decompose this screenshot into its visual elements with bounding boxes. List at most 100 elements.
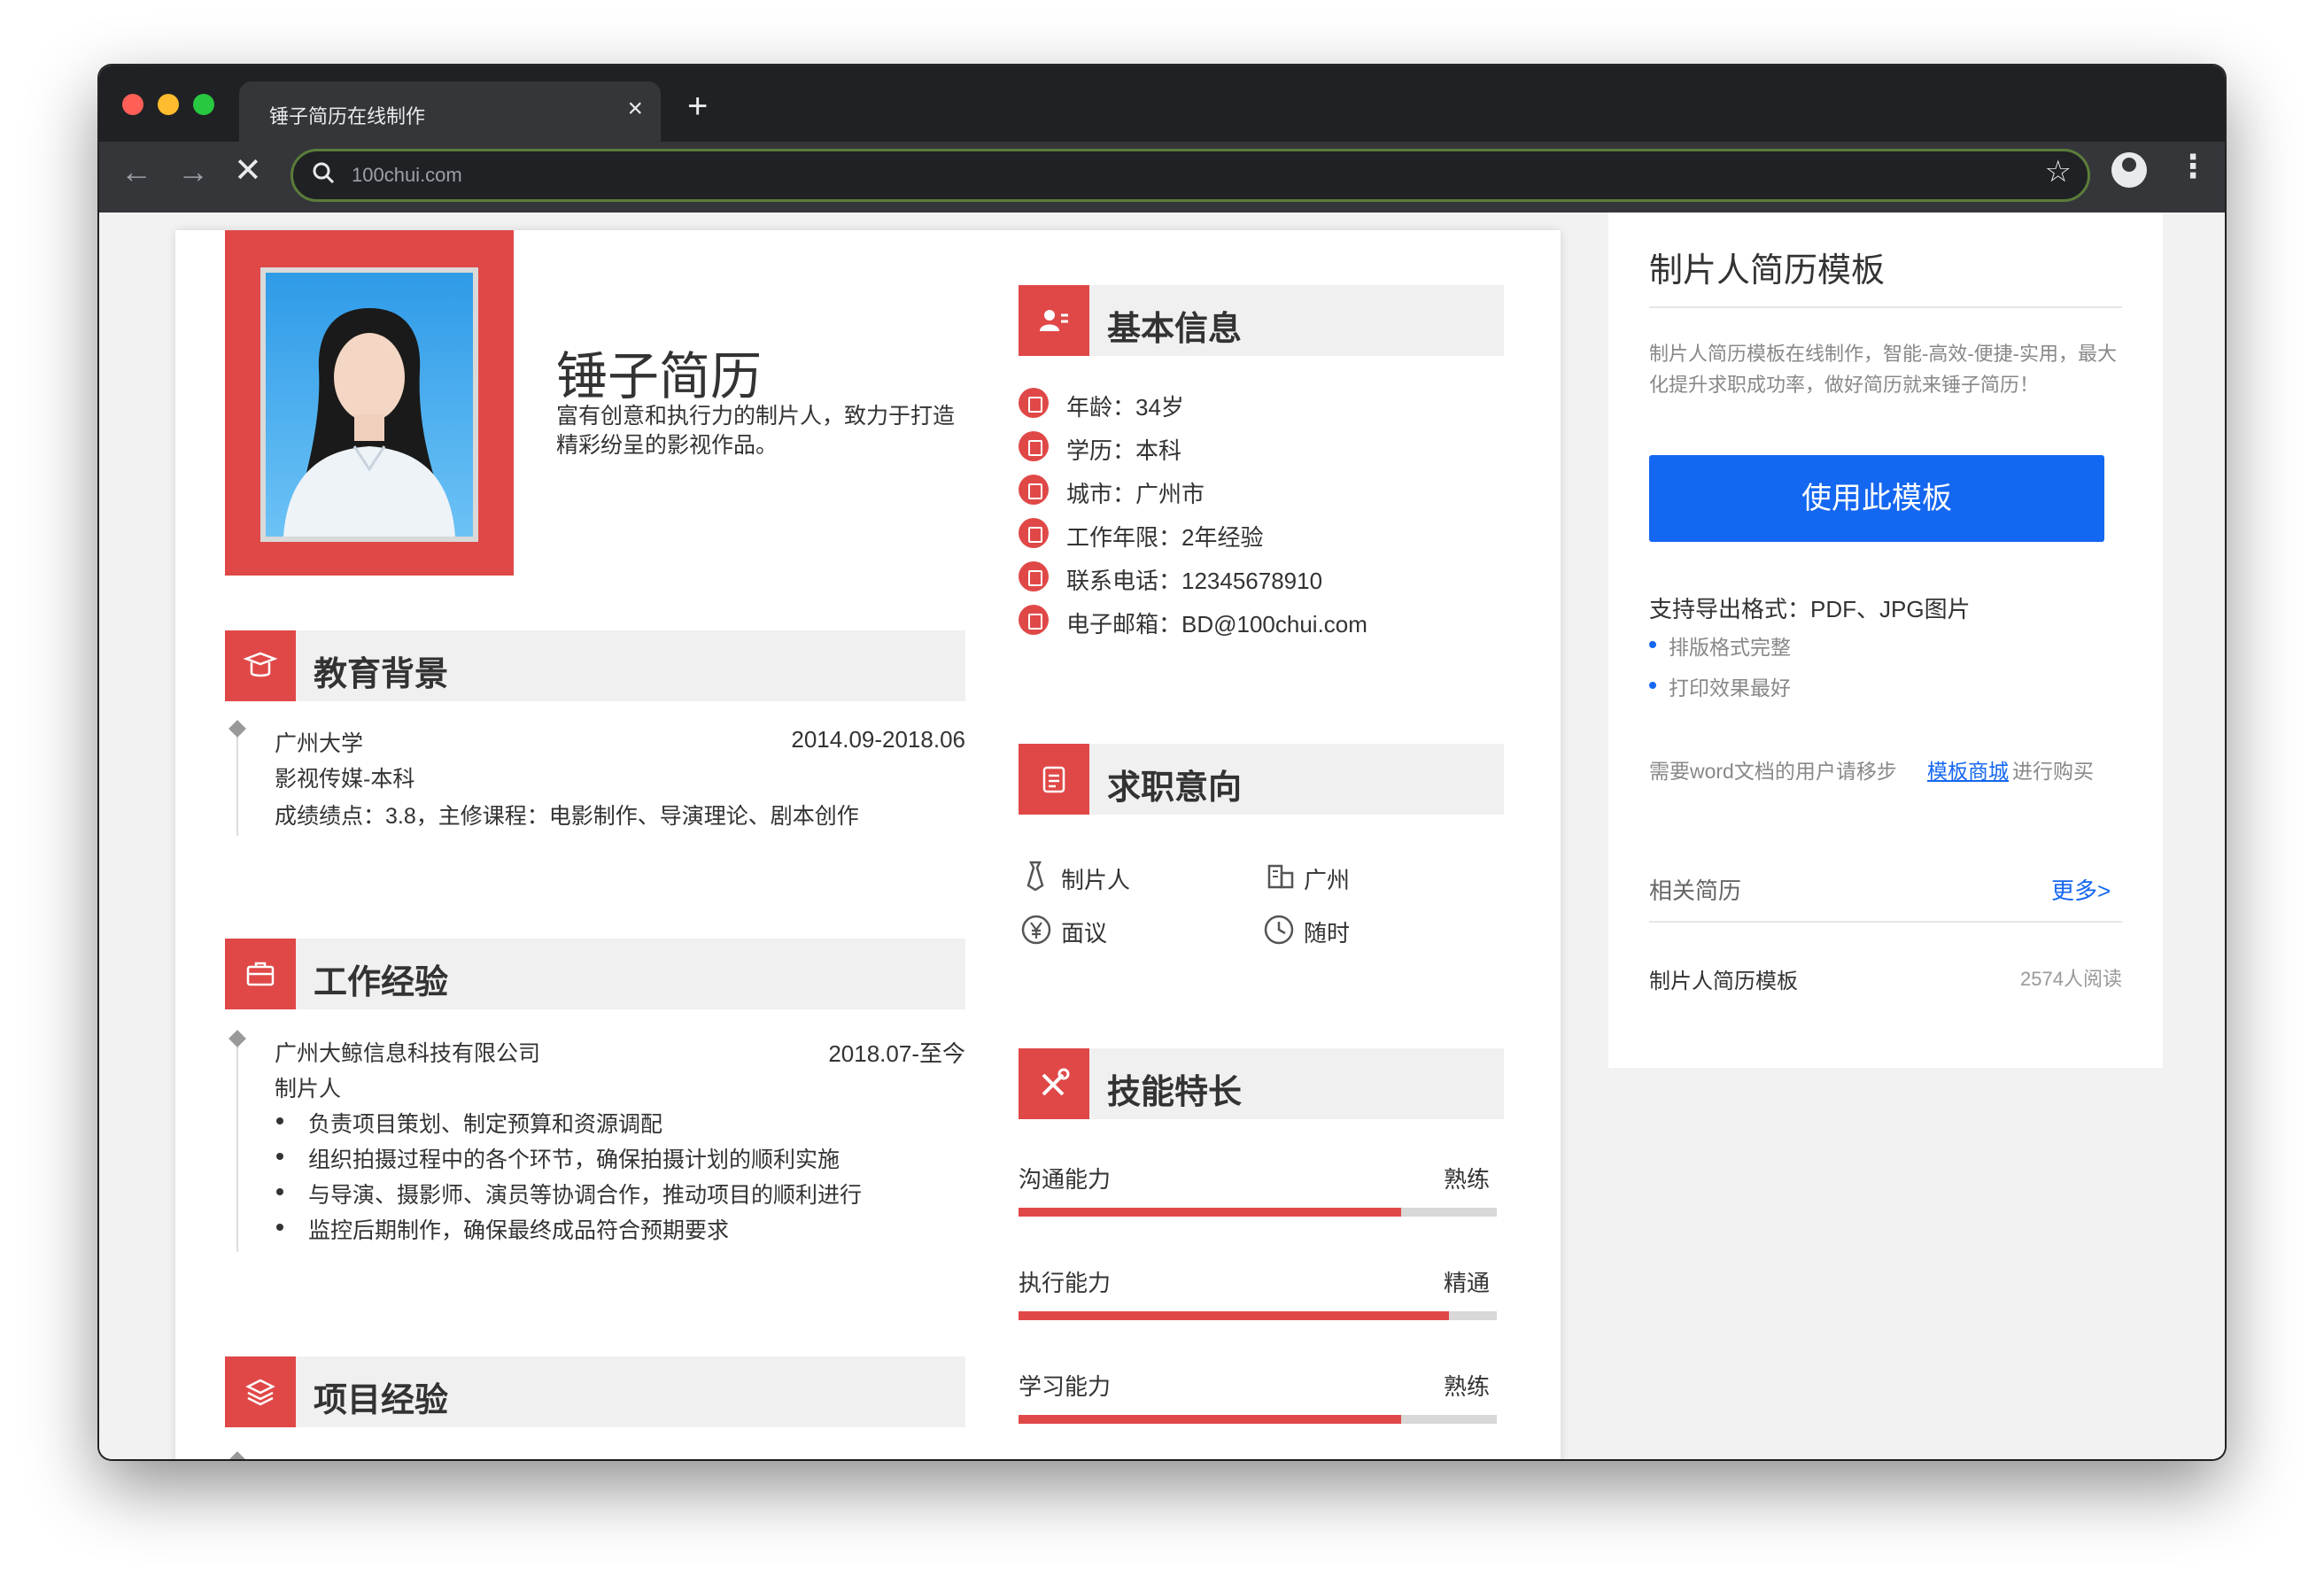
skill-name: 执行能力 (1019, 1270, 1112, 1296)
new-tab-button[interactable]: + (687, 89, 708, 124)
stop-loading-icon[interactable]: ✕ (234, 154, 262, 188)
profile-avatar-icon[interactable] (2111, 152, 2147, 188)
info-phone: 联系电话：12345678910 (1066, 568, 1323, 594)
timeline-diamond (229, 1451, 246, 1459)
work-role: 制片人 (275, 1077, 342, 1101)
skill-bar (1019, 1415, 1497, 1424)
browser-menu-icon[interactable]: ⋮ (2177, 151, 2209, 182)
intent-title: 求职意向 (1107, 769, 1243, 807)
skill-bar (1019, 1208, 1497, 1217)
bookmark-star-icon[interactable]: ☆ (2045, 157, 2072, 187)
timeline-diamond (229, 720, 246, 738)
tab-close-icon[interactable]: × (627, 96, 643, 122)
timeline-line (236, 733, 238, 836)
timeline-diamond (229, 1030, 246, 1047)
skill-level: 熟练 (1444, 1373, 1491, 1400)
skill-name: 学习能力 (1019, 1373, 1112, 1400)
work-duty: 监控后期制作，确保最终成品符合预期要求 (308, 1218, 730, 1243)
search-icon (309, 158, 339, 193)
address-bar[interactable]: 100chui.com ☆ (290, 149, 2090, 202)
education-period: 2014.09-2018.06 (791, 726, 965, 753)
bullet-dot (276, 1153, 283, 1160)
basic-info-header: 基本信息 (1019, 285, 1504, 356)
intent-header: 求职意向 (1019, 744, 1504, 815)
minimize-window-button[interactable] (158, 94, 179, 115)
profile-photo (260, 267, 478, 542)
feature-item: 打印效果最好 (1669, 676, 1791, 699)
read-count: 2574人阅读 (2020, 968, 2122, 990)
bullet-dot (276, 1188, 283, 1195)
divider (1649, 921, 2122, 923)
project-title: 项目经验 (314, 1382, 449, 1419)
word-note-suffix: 进行购买 (2012, 760, 2094, 783)
sidebar-title: 制片人简历模板 (1649, 252, 1886, 290)
sidebar-description: 制片人简历模板在线制作，智能-高效-便捷-实用，最大化提升求职成功率，做好简历就… (1649, 343, 2117, 396)
intent-position: 制片人 (1061, 867, 1131, 893)
intent-city: 广州 (1304, 867, 1351, 893)
tab-title: 锤子简历在线制作 (269, 105, 426, 128)
calendar-icon (1019, 388, 1049, 418)
template-store-link[interactable]: 模板商城 (1927, 754, 2009, 784)
briefcase-icon (225, 939, 296, 1009)
building-outline-icon (1267, 861, 1295, 894)
word-note: 需要word文档的用户请移步 (1649, 760, 1897, 783)
education-school: 广州大学 (275, 731, 364, 756)
skill-bar (1019, 1311, 1497, 1320)
export-formats: 支持导出格式：PDF、JPG图片 (1649, 596, 1971, 622)
timeline-line (236, 1043, 238, 1252)
education-major: 影视传媒-本科 (275, 767, 415, 792)
skills-title: 技能特长 (1107, 1074, 1243, 1111)
browser-tab[interactable]: 锤子简历在线制作 × (239, 81, 661, 142)
skill-level: 精通 (1444, 1270, 1491, 1296)
skill-level: 熟练 (1444, 1166, 1491, 1193)
education-title: 教育背景 (314, 656, 449, 693)
feature-item: 排版格式完整 (1669, 636, 1791, 659)
related-label: 相关简历 (1649, 877, 1742, 904)
divider (1649, 306, 2122, 308)
project-header: 项目经验 (225, 1356, 965, 1427)
mail-icon (1019, 605, 1049, 635)
skill-bar-fill (1019, 1208, 1401, 1217)
resume-name: 锤子简历 (556, 348, 763, 406)
work-title: 工作经验 (314, 964, 449, 1001)
user-card-icon (1019, 285, 1089, 356)
maximize-window-button[interactable] (193, 94, 214, 115)
phone-icon (1019, 561, 1049, 591)
forward-arrow-icon[interactable]: → (177, 156, 209, 188)
tools-icon (1019, 1048, 1089, 1119)
work-period: 2018.07-至今 (828, 1040, 965, 1067)
template-sidebar: 制片人简历模板 制片人简历模板在线制作，智能-高效-便捷-实用，最大化提升求职成… (1608, 213, 2163, 1068)
work-header: 工作经验 (225, 939, 965, 1009)
info-city: 城市：广州市 (1066, 481, 1205, 507)
skills-header: 技能特长 (1019, 1048, 1504, 1119)
work-duty: 组织拍摄过程中的各个环节，确保拍摄计划的顺利实施 (308, 1148, 841, 1172)
info-experience: 工作年限：2年经验 (1066, 524, 1264, 551)
document-icon (1019, 518, 1049, 548)
title-bar: 锤子简历在线制作 × + (99, 66, 2225, 142)
info-age: 年龄：34岁 (1066, 394, 1184, 421)
graduation-icon (1019, 431, 1049, 461)
graduation-cap-icon (225, 630, 296, 701)
work-duty: 负责项目策划、制定预算和资源调配 (308, 1112, 663, 1137)
building-icon (1019, 475, 1049, 505)
use-template-button[interactable]: 使用此模板 (1649, 455, 2104, 542)
skill-bar-fill (1019, 1415, 1401, 1424)
basic-info-title: 基本信息 (1107, 311, 1243, 348)
clock-icon (1263, 914, 1295, 951)
url-text[interactable]: 100chui.com (352, 164, 462, 187)
close-window-button[interactable] (122, 94, 143, 115)
skill-bar-fill (1019, 1311, 1449, 1320)
browser-window: 锤子简历在线制作 × + ← → ✕ 100chui.com ☆ ⋮ 锤子简历 … (99, 66, 2225, 1459)
related-resume-link[interactable]: 制片人简历模板 (1649, 963, 1798, 994)
resume-intro: 富有创意和执行力的制片人，致力于打造精彩纷呈的影视作品。 (556, 404, 956, 458)
intent-salary: 面议 (1061, 920, 1108, 947)
more-link[interactable]: 更多> (2051, 873, 2111, 906)
clipboard-icon (1019, 744, 1089, 815)
work-company: 广州大鲸信息科技有限公司 (275, 1041, 541, 1066)
page-viewport: 锤子简历 富有创意和执行力的制片人，致力于打造精彩纷呈的影视作品。 教育背景 广… (99, 213, 2225, 1459)
education-header: 教育背景 (225, 630, 965, 701)
back-arrow-icon[interactable]: ← (120, 156, 152, 188)
intent-availability: 随时 (1304, 920, 1351, 947)
browser-toolbar: ← → ✕ 100chui.com ☆ ⋮ (99, 142, 2225, 213)
skill-name: 沟通能力 (1019, 1166, 1112, 1193)
